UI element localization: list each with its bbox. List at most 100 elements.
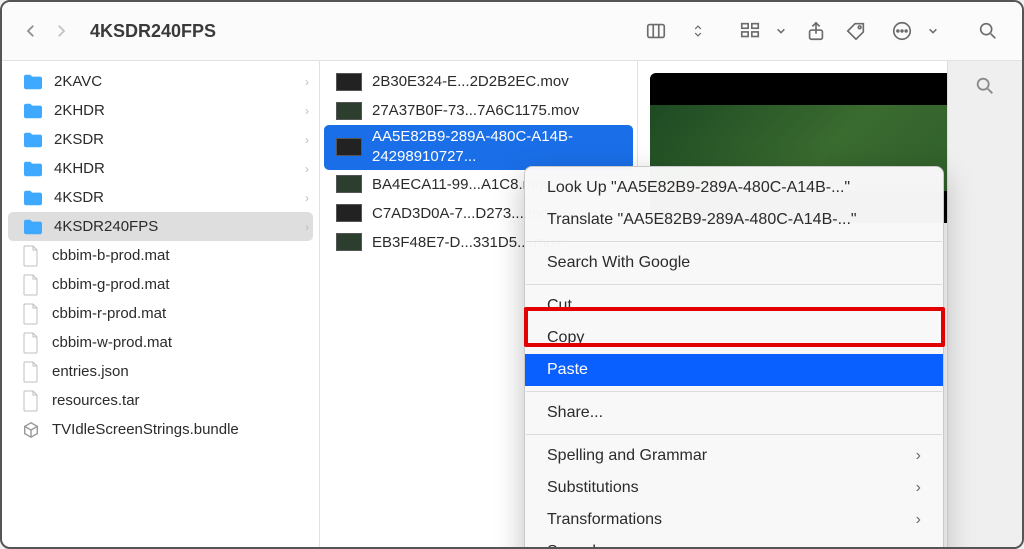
menu-item-label: Cut [547,297,572,315]
side-search-panel [947,61,1022,547]
file-row[interactable]: AA5E82B9-289A-480C-A14B-24298910727... [324,125,633,170]
video-thumb-icon [336,102,362,120]
menu-item-label: Paste [547,361,588,379]
sidebar-item-label: 2KHDR [54,102,105,119]
chevron-right-icon: › [305,162,309,176]
menu-item-label: Speech [547,543,601,549]
share-icon[interactable] [796,14,836,48]
menu-item[interactable]: Speech › [525,536,943,549]
folder-icon [22,131,44,149]
tag-icon[interactable] [836,14,876,48]
search-icon[interactable] [968,14,1008,48]
chevron-right-icon: › [305,220,309,234]
menu-item[interactable]: Spelling and Grammar › [525,440,943,472]
sidebar-item-label: resources.tar [52,392,140,409]
sidebar-column: 2KAVC›2KHDR›2KSDR›4KHDR›4KSDR›4KSDR240FP… [2,61,320,547]
menu-item[interactable]: Transformations › [525,504,943,536]
context-menu: Look Up "AA5E82B9-289A-480C-A14B-..." Tra… [524,166,944,549]
folder-icon [22,218,44,236]
menu-item[interactable]: Substitutions › [525,472,943,504]
more-icon[interactable] [882,14,922,48]
groups-icon[interactable] [730,14,770,48]
sidebar-item-label: cbbim-b-prod.mat [52,247,170,264]
file-icon [22,245,40,267]
sidebar-folder[interactable]: 4KHDR› [2,154,319,183]
menu-item[interactable]: Paste [525,354,943,386]
file-icon [22,303,40,325]
sidebar-item-label: 2KAVC [54,73,102,90]
forward-button[interactable] [46,16,76,46]
menu-item[interactable]: Copy [525,322,943,354]
menu-item-label: Translate "AA5E82B9-289A-480C-A14B-..." [547,211,857,229]
menu-item[interactable]: Look Up "AA5E82B9-289A-480C-A14B-..." [525,172,943,204]
sidebar-file[interactable]: cbbim-b-prod.mat [2,241,319,270]
menu-separator [526,434,942,435]
sidebar-item-label: 4KSDR [54,189,104,206]
sidebar-file[interactable]: cbbim-r-prod.mat [2,299,319,328]
folder-icon [22,160,44,178]
file-label: 2B30E324-E...2D2B2EC.mov [372,73,569,90]
sidebar-file[interactable]: cbbim-w-prod.mat [2,328,319,357]
menu-item[interactable]: Translate "AA5E82B9-289A-480C-A14B-..." [525,204,943,236]
sidebar-folder[interactable]: 4KSDR› [2,183,319,212]
sidebar-item-label: 2KSDR [54,131,104,148]
chevron-right-icon: › [305,133,309,147]
file-label: AA5E82B9-289A-480C-A14B-24298910727... [372,127,627,168]
sidebar-file[interactable]: cbbim-g-prod.mat [2,270,319,299]
menu-separator [526,284,942,285]
chevron-right-icon: › [916,511,921,529]
menu-item-label: Transformations [547,511,662,529]
sidebar-file[interactable]: resources.tar [2,386,319,415]
file-row[interactable]: 2B30E324-E...2D2B2EC.mov [320,67,637,96]
menu-item-label: Spelling and Grammar [547,447,707,465]
menu-item-label: Search With Google [547,254,690,272]
sidebar-file[interactable]: TVIdleScreenStrings.bundle [2,415,319,444]
sidebar-folder[interactable]: 2KSDR › [2,125,319,154]
chevron-down-icon[interactable] [772,14,790,48]
sidebar-file[interactable]: entries.json [2,357,319,386]
view-sort-icon[interactable] [678,14,718,48]
sidebar-item-label: TVIdleScreenStrings.bundle [52,421,239,438]
sidebar-item-label: cbbim-g-prod.mat [52,276,170,293]
sidebar-item-label: 4KSDR240FPS [54,218,158,235]
window-title: 4KSDR240FPS [90,21,216,42]
folder-icon [22,102,44,120]
menu-item-label: Substitutions [547,479,639,497]
menu-item[interactable]: Cut [525,290,943,322]
file-label: 27A37B0F-73...7A6C1175.mov [372,102,579,119]
menu-item-label: Look Up "AA5E82B9-289A-480C-A14B-..." [547,179,850,197]
file-icon [22,361,40,383]
menu-item-label: Copy [547,329,584,347]
finder-window: 4KSDR240FPS [0,0,1024,549]
bundle-icon [22,419,40,441]
menu-item[interactable]: Share... [525,397,943,429]
video-thumb-icon [336,138,362,156]
sidebar-item-label: entries.json [52,363,129,380]
sidebar-item-label: cbbim-r-prod.mat [52,305,166,322]
columns-icon[interactable] [636,14,676,48]
sidebar-folder[interactable]: 4KSDR240FPS › [8,212,313,241]
menu-item[interactable]: Search With Google [525,247,943,279]
video-thumb-icon [336,204,362,222]
file-row[interactable]: 27A37B0F-73...7A6C1175.mov [320,96,637,125]
chevron-right-icon: › [916,479,921,497]
search-icon[interactable] [974,75,996,102]
file-icon [22,390,40,412]
chevron-right-icon: › [916,447,921,465]
sidebar-item-label: cbbim-w-prod.mat [52,334,172,351]
sidebar-folder[interactable]: 2KHDR › [2,96,319,125]
folder-icon [22,73,44,91]
chevron-right-icon: › [916,543,921,549]
menu-item-label: Share... [547,404,603,422]
sidebar-folder[interactable]: 2KAVC › [2,67,319,96]
chevron-right-icon: › [305,75,309,89]
menu-separator [526,391,942,392]
video-thumb-icon [336,233,362,251]
chevron-right-icon: › [305,104,309,118]
menu-separator [526,241,942,242]
file-icon [22,332,40,354]
chevron-down-icon[interactable] [924,14,942,48]
video-thumb-icon [336,73,362,91]
toolbar: 4KSDR240FPS [2,2,1022,60]
back-button[interactable] [16,16,46,46]
